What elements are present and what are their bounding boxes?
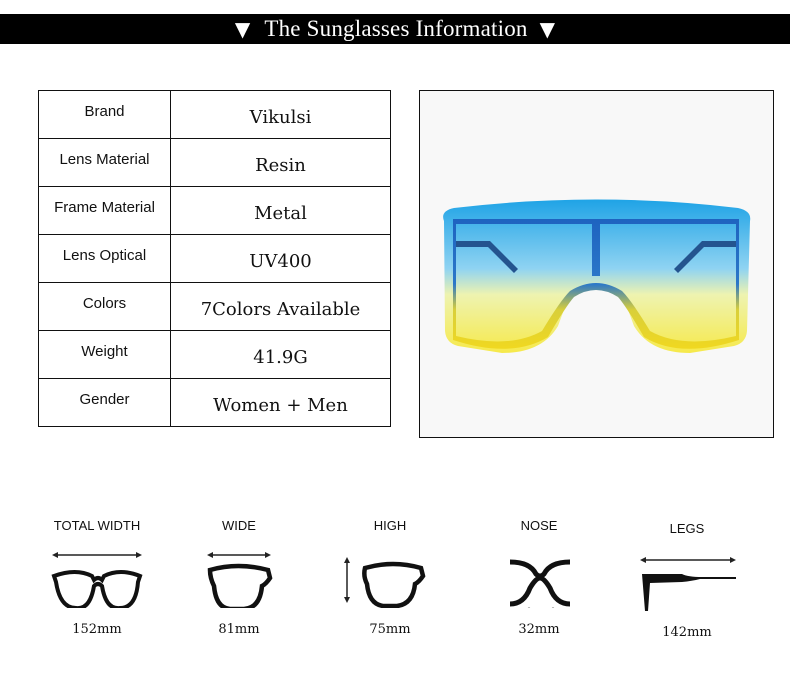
spec-value: 7Colors Available [170,282,391,331]
spec-row-lens-optical: Lens Optical UV400 [38,234,391,283]
lens-height-icon [325,538,455,609]
dimension-nose: NOSE 32mm [474,518,604,637]
spec-value: Vikulsi [170,90,391,139]
dimension-value: 32mm [518,622,560,637]
dimension-label: TOTAL WIDTH [53,518,141,533]
spec-value: 41.9G [170,330,391,379]
dimension-total-width: TOTAL WIDTH 152mm [32,518,162,637]
dimension-value: 142mm [662,625,712,640]
spec-key: Brand [38,90,171,139]
spec-row-brand: Brand Vikulsi [38,90,391,139]
spec-value: Metal [170,186,391,235]
triangle-down-icon: ▼ [539,17,556,41]
spec-row-colors: Colors 7Colors Available [38,282,391,331]
spec-key: Frame Material [38,186,171,235]
dimension-value: 75mm [369,622,411,637]
spec-value: UV400 [170,234,391,283]
total-width-icon [32,538,162,611]
spec-value: Women + Men [170,378,391,427]
spec-key: Lens Material [38,138,171,187]
dimension-value: 152mm [72,622,122,637]
triangle-down-icon: ▼ [234,17,251,41]
spec-key: Colors [38,282,171,331]
spec-table: Brand Vikulsi Lens Material Resin Frame … [38,90,391,427]
dimension-high: HIGH 75mm [325,518,455,637]
spec-row-weight: Weight 41.9G [38,330,391,379]
spec-row-lens-material: Lens Material Resin [38,138,391,187]
dimension-value: 81mm [218,622,260,637]
temple-length-icon [622,541,752,611]
spec-key: Gender [38,378,171,427]
nose-bridge-icon [474,538,604,611]
dimension-label: NOSE [520,518,558,533]
spec-key: Weight [38,330,171,379]
spec-row-frame-material: Frame Material Metal [38,186,391,235]
section-banner: ▼ The Sunglasses Information ▼ [0,14,790,44]
lens-width-icon [174,538,304,612]
spec-value: Resin [170,138,391,187]
dimension-wide: WIDE 81mm [174,518,304,637]
dimension-label: LEGS [669,521,705,536]
product-photo [419,90,774,438]
dimension-legs: LEGS 142mm [622,518,752,640]
banner-title: The Sunglasses Information [264,16,528,41]
dimension-label: WIDE [222,518,256,533]
spec-key: Lens Optical [38,234,171,283]
spec-row-gender: Gender Women + Men [38,378,391,427]
sunglasses-image [443,199,751,353]
dimension-label: HIGH [373,518,407,533]
